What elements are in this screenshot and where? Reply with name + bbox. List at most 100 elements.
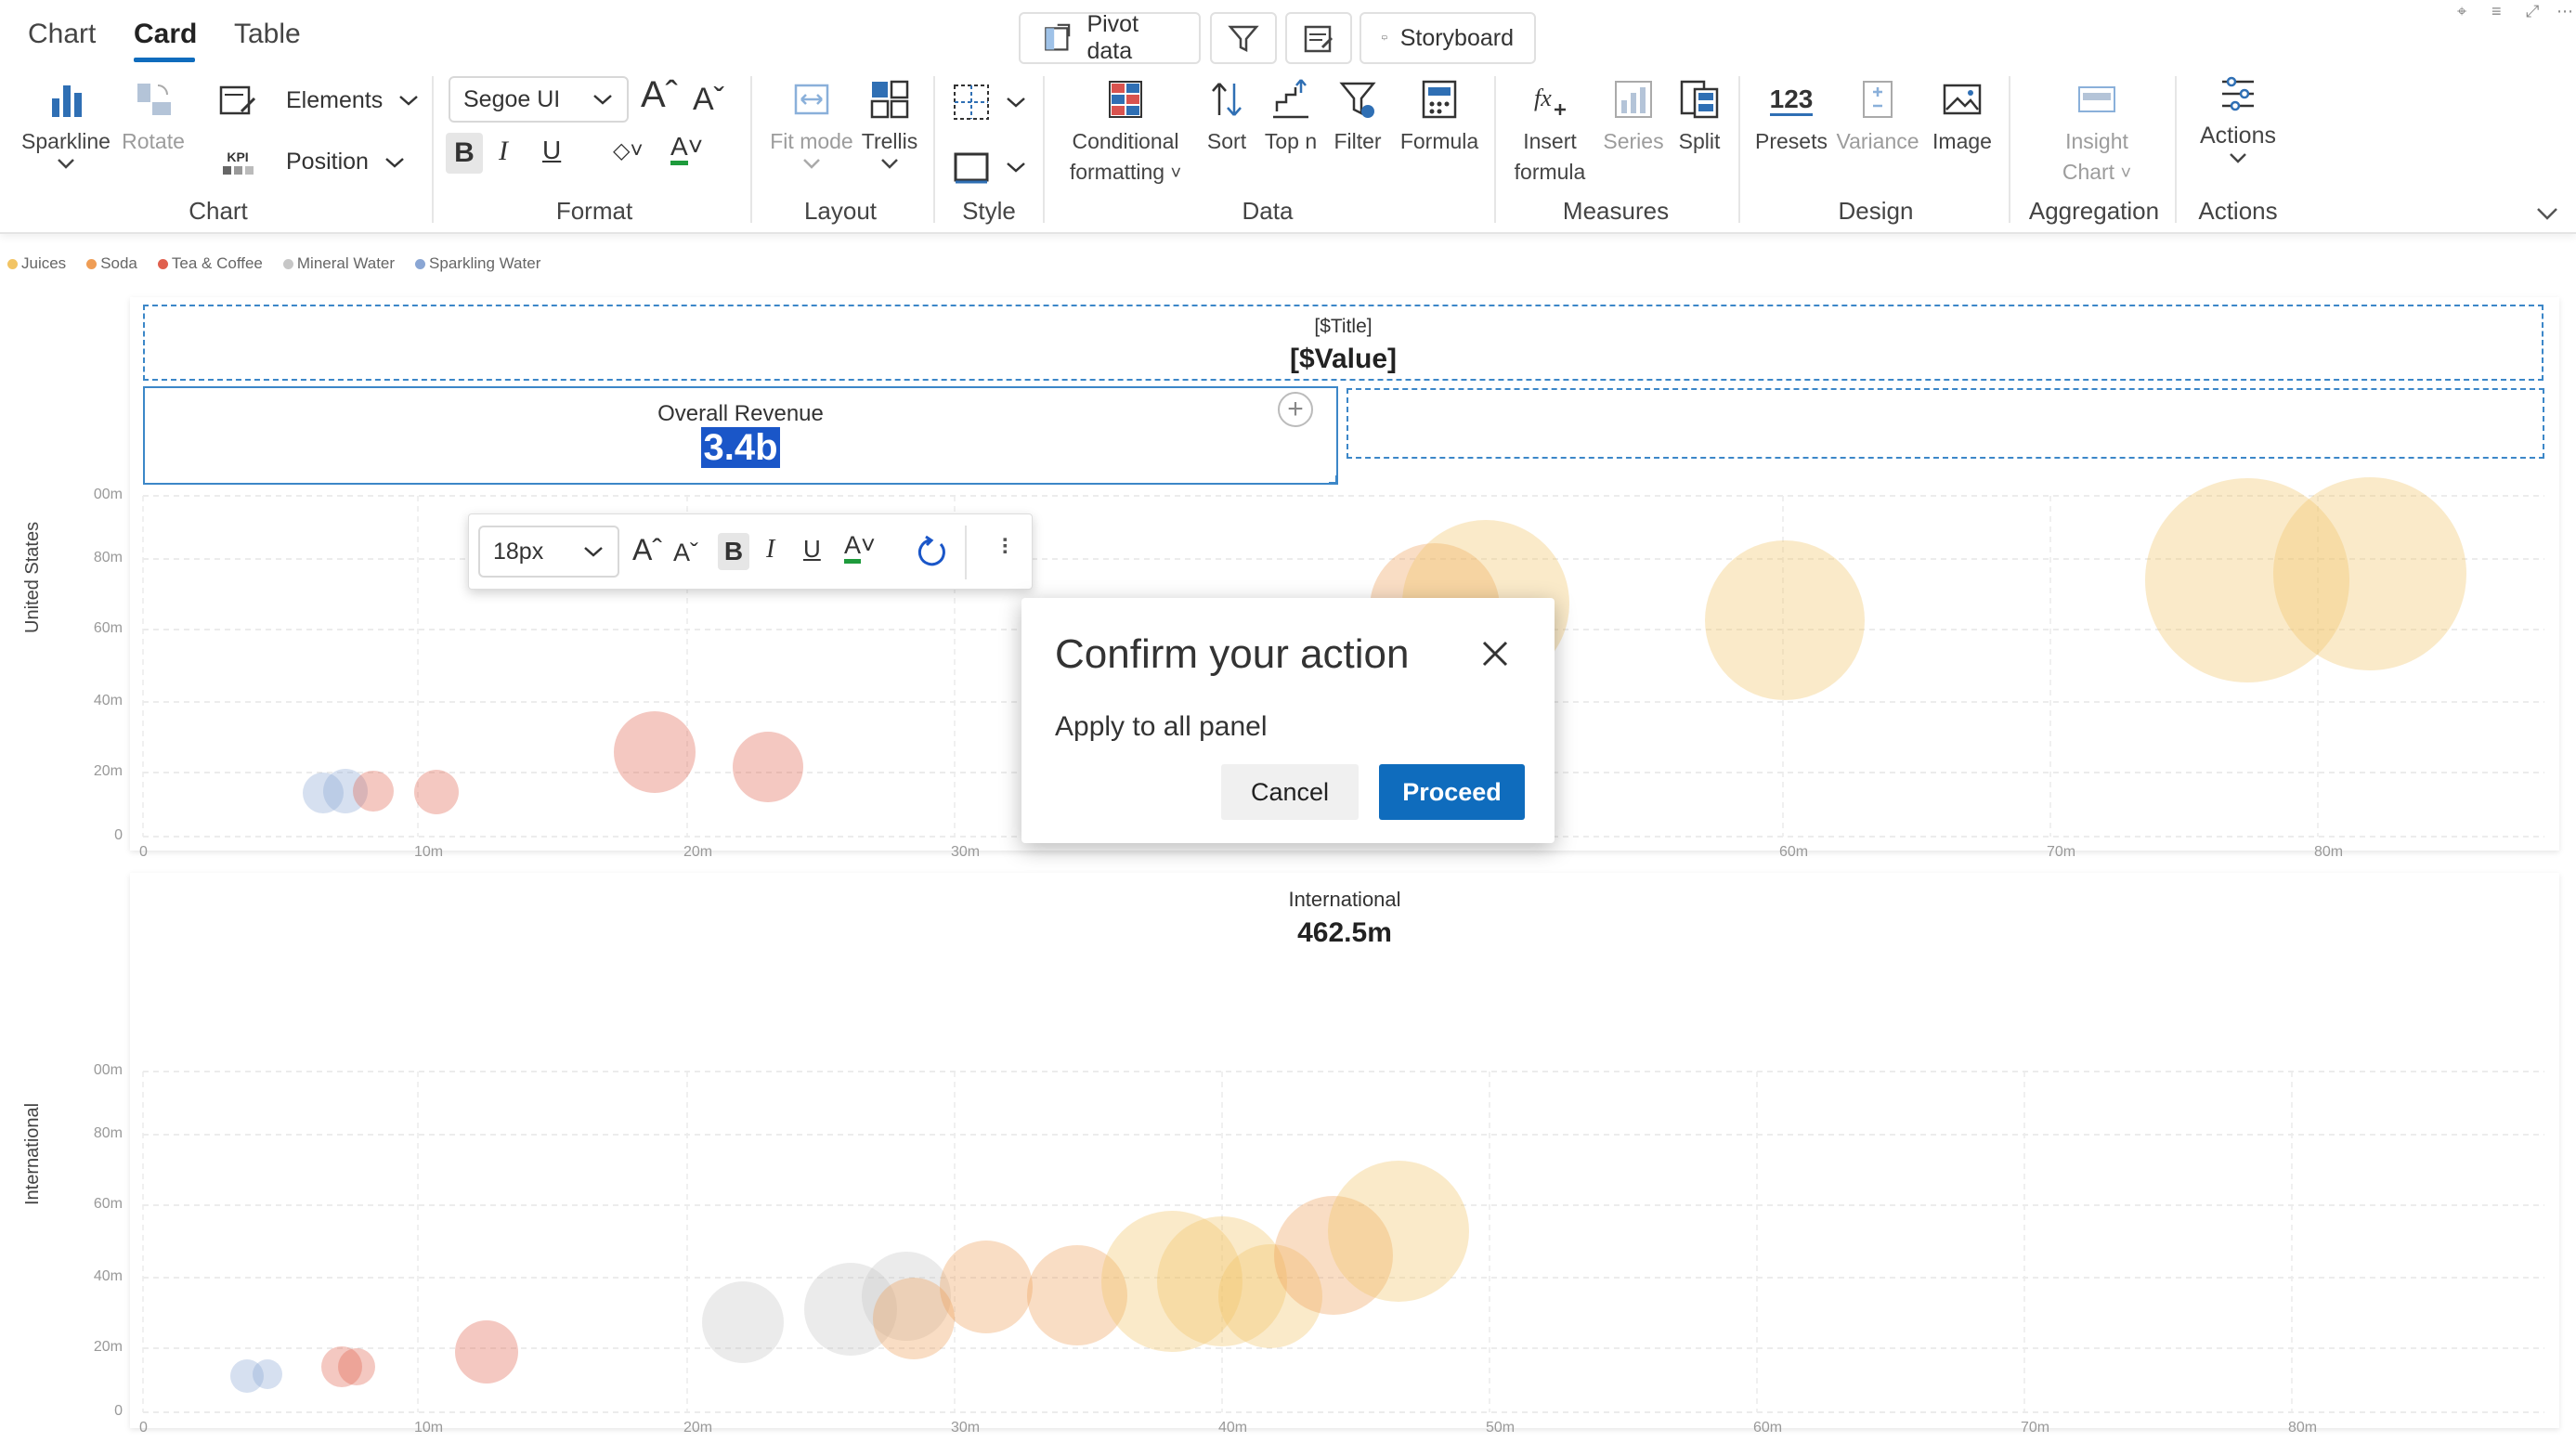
filter-icon[interactable]: ≡ [2491, 2, 2502, 21]
style-group-label: Style [962, 197, 1016, 225]
placeholder-value: [$Value] [1289, 344, 1398, 374]
bubble[interactable] [1705, 540, 1865, 700]
variance-button[interactable]: Variance [1833, 76, 1922, 157]
insight-chart-button[interactable]: Insight Chart ˅ [2043, 76, 2151, 189]
chevron-down-icon [593, 95, 612, 105]
formula-icon [1422, 80, 1457, 119]
sparkline-button[interactable]: Sparkline [15, 76, 117, 174]
tab-table[interactable]: Table [234, 19, 301, 50]
bubble[interactable] [733, 732, 803, 802]
more-icon[interactable]: ⋯ [2556, 2, 2573, 21]
design-group-label: Design [1838, 197, 1914, 225]
expand-icon[interactable]: ⤢ [2526, 2, 2539, 21]
conditional-formatting-button[interactable]: Conditional formatting ˅ [1051, 76, 1200, 189]
add-icon[interactable]: + [1278, 392, 1313, 427]
bold-icon[interactable]: B [718, 533, 749, 570]
trellis-button[interactable]: Trellis [854, 76, 925, 174]
font-family-select[interactable]: Segoe UI [449, 76, 629, 123]
empty-card-slot[interactable] [1347, 388, 2544, 459]
image-button[interactable]: Image [1920, 76, 2004, 157]
bubble[interactable] [2273, 477, 2466, 670]
legend-item[interactable]: Tea & Coffee [157, 254, 263, 273]
bubble[interactable] [353, 771, 394, 812]
series-button[interactable]: Series [1599, 76, 1668, 157]
decrease-font-icon[interactable]: Aˇ [673, 539, 698, 567]
italic-icon[interactable]: I [499, 136, 508, 167]
presets-button[interactable]: 123 Presets [1750, 76, 1833, 157]
underline-icon[interactable]: U [803, 535, 821, 564]
legend-item[interactable]: Juices [7, 254, 66, 273]
pivot-icon [1045, 23, 1071, 51]
bubble[interactable] [1328, 1161, 1469, 1302]
legend-item[interactable]: Sparkling Water [415, 254, 540, 273]
storyboard-button[interactable]: Storyboard [1360, 12, 1536, 64]
svg-text:fx: fx [1534, 84, 1552, 111]
formula-button[interactable]: Formula [1393, 76, 1486, 157]
sort-button[interactable]: Sort [1203, 76, 1250, 157]
bubble[interactable] [614, 711, 696, 793]
insight-label: Insight [2065, 129, 2128, 153]
close-icon[interactable] [1477, 635, 1514, 672]
bubble[interactable] [253, 1359, 282, 1389]
overall-revenue-card[interactable]: Overall Revenue 3.4b + [143, 386, 1338, 485]
decrease-font-icon[interactable]: Aˇ [693, 82, 724, 118]
placeholder-card[interactable]: [$Title] [$Value] [143, 305, 2543, 381]
insert-formula-button[interactable]: fx Insert formula [1506, 76, 1594, 188]
font-size-select[interactable]: 18px [478, 526, 619, 578]
split-icon [1680, 80, 1719, 119]
tab-chart[interactable]: Chart [28, 19, 96, 50]
series-icon [1615, 81, 1652, 118]
notes-edit-icon [1304, 25, 1334, 53]
fill-color-icon[interactable]: ◇˅ [613, 137, 643, 164]
gridlines-dropdown[interactable] [951, 82, 1027, 123]
italic-icon[interactable]: I [766, 535, 774, 565]
storyboard-icon [1382, 35, 1387, 41]
reset-icon[interactable] [913, 533, 950, 570]
font-color-icon[interactable]: A˅ [670, 132, 703, 165]
pin-icon[interactable]: ⌖ [2457, 2, 2466, 21]
chart-legend: Juices Soda Tea & Coffee Mineral Water Spark… [7, 254, 540, 273]
drag-handle-icon[interactable]: ⠇ [1000, 535, 1017, 562]
filter-settings-button[interactable] [1210, 12, 1277, 64]
tab-card[interactable]: Card [134, 19, 197, 50]
fit-mode-button[interactable]: Fit mode [763, 76, 860, 174]
conditional-label: Conditional [1072, 129, 1179, 153]
y-tick-label: 20m [93, 763, 123, 779]
bubbles-international [230, 1161, 1469, 1393]
split-button[interactable]: Split [1673, 76, 1725, 157]
position-dropdown[interactable]: KPI Position [221, 149, 406, 175]
increase-font-icon[interactable]: Aˆ [641, 74, 678, 116]
top-n-button[interactable]: Top n [1257, 76, 1324, 157]
increase-font-icon[interactable]: Aˆ [632, 533, 662, 567]
y-tick-label: 60m [93, 620, 123, 636]
y-axis-title-us: United States [22, 521, 43, 633]
pivot-data-button[interactable]: Pivot data [1019, 11, 1201, 64]
underline-icon[interactable]: U [542, 136, 561, 165]
y-tick-label: 20m [93, 1339, 123, 1355]
filter-icon [1339, 82, 1376, 118]
bubble[interactable] [940, 1241, 1033, 1333]
notes-button[interactable] [1285, 12, 1352, 64]
overall-revenue-value[interactable]: 3.4b [701, 427, 780, 468]
actions-button[interactable]: Actions [2192, 71, 2284, 168]
bubble[interactable] [414, 770, 459, 814]
border-dropdown[interactable] [951, 147, 1027, 188]
y-tick-label: 40m [93, 693, 123, 708]
proceed-button[interactable]: Proceed [1379, 764, 1525, 820]
font-color-icon[interactable]: A˅ [844, 531, 876, 564]
chevron-down-icon [881, 159, 898, 169]
legend-item[interactable]: Mineral Water [282, 254, 395, 273]
filter-button[interactable]: Filter [1328, 76, 1387, 157]
cancel-button[interactable]: Cancel [1221, 764, 1359, 820]
legend-item[interactable]: Soda [86, 254, 137, 273]
presets-icon: 123 [1750, 76, 1833, 126]
elements-dropdown[interactable]: Elements [217, 80, 420, 121]
resize-handle[interactable] [1329, 475, 1338, 485]
chevron-down-icon [1007, 162, 1025, 173]
bubble[interactable] [455, 1320, 518, 1384]
bold-icon[interactable]: B [446, 133, 483, 174]
rotate-button[interactable]: Rotate [111, 76, 195, 157]
bubble[interactable] [338, 1348, 375, 1385]
bubble[interactable] [702, 1281, 784, 1363]
collapse-ribbon-icon[interactable] [2535, 206, 2559, 221]
